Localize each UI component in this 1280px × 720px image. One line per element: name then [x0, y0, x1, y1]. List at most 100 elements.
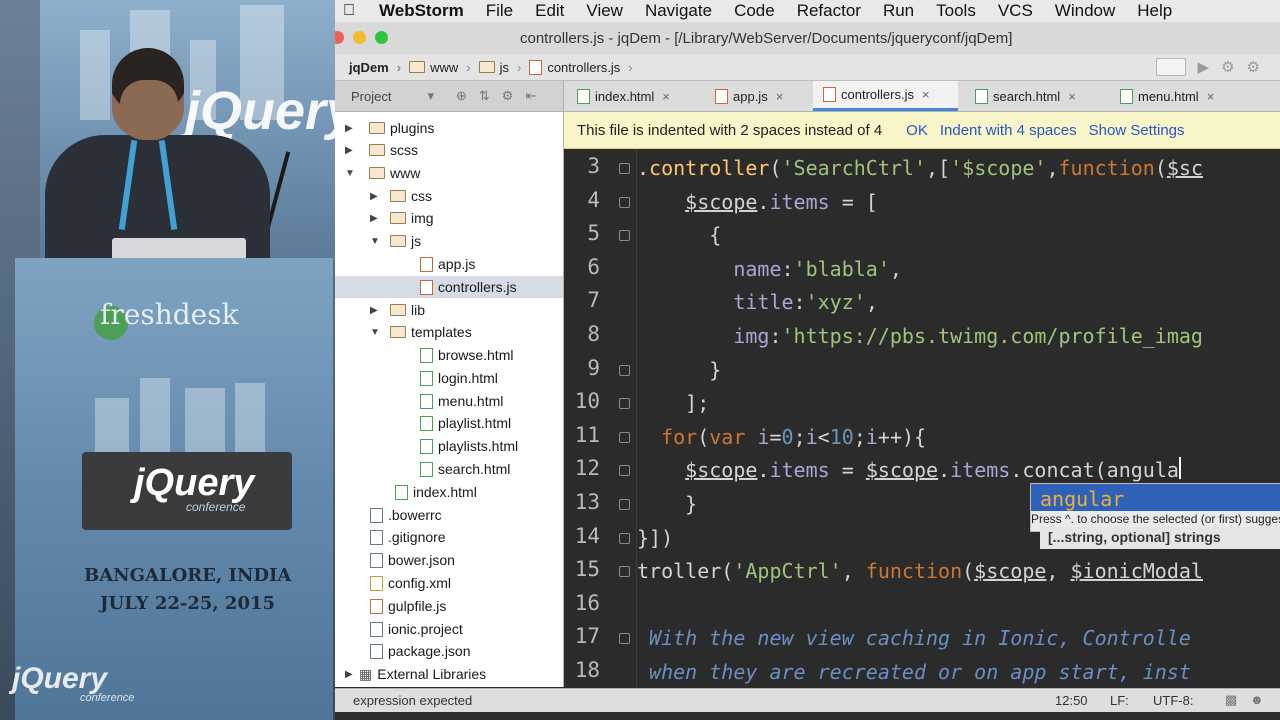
close-icon[interactable]: ×: [1207, 89, 1215, 104]
menu-view[interactable]: View: [586, 1, 623, 21]
fold-marker-icon[interactable]: [619, 532, 630, 544]
run-icon[interactable]: ▶: [1198, 58, 1210, 76]
apple-icon[interactable]: : [343, 2, 361, 20]
fold-marker-icon[interactable]: [619, 398, 630, 410]
tree-item-playlists-html[interactable]: playlists.html: [420, 435, 518, 457]
panel-tool-icons[interactable]: ⊕⇅⚙⇤: [456, 88, 548, 104]
json-file-icon: [370, 643, 383, 659]
code-line: title:'xyz',: [733, 290, 878, 315]
fold-marker-icon[interactable]: [619, 633, 630, 645]
fold-marker-icon[interactable]: [619, 196, 630, 208]
lock-icon[interactable]: ▩: [1225, 692, 1237, 708]
tree-item-plugins[interactable]: ▶ plugins: [345, 117, 434, 139]
line-number: 18: [574, 658, 600, 682]
tree-item-label: css: [411, 188, 432, 204]
expand-arrow-icon[interactable]: ▶: [370, 305, 384, 316]
project-view-selector[interactable]: Project: [351, 89, 391, 104]
breadcrumb-www[interactable]: www ›: [409, 60, 471, 75]
html-file-icon: [420, 393, 433, 409]
tree-item-login-html[interactable]: login.html: [420, 367, 498, 389]
tree-item-package-json[interactable]: package.json: [370, 640, 471, 662]
breadcrumb-file[interactable]: controllers.js ›: [529, 59, 633, 75]
menu-tools[interactable]: Tools: [936, 1, 976, 21]
menu-window[interactable]: Window: [1055, 1, 1115, 21]
tree-item-img[interactable]: ▶ img: [370, 207, 434, 229]
line-separator[interactable]: LF:: [1110, 693, 1129, 708]
expand-arrow-icon[interactable]: ▶: [345, 145, 359, 156]
menu-run[interactable]: Run: [883, 1, 914, 21]
autocomplete-item[interactable]: angular (several definition: [1031, 484, 1280, 511]
expand-arrow-icon[interactable]: ▶: [345, 123, 359, 134]
tree-item-gulpfile-js[interactable]: gulpfile.js: [370, 595, 446, 617]
tree-item-browse-html[interactable]: browse.html: [420, 344, 513, 366]
tree-item-css[interactable]: ▶ css: [370, 185, 432, 207]
close-icon[interactable]: ×: [776, 89, 784, 104]
fold-marker-icon[interactable]: [619, 465, 630, 477]
tree-item-bowerrc[interactable]: .bowerrc: [370, 504, 442, 526]
code-line: for(var i=0;i<10;i++){: [661, 424, 927, 449]
tree-item-app-js[interactable]: app.js: [420, 253, 475, 275]
inspector-icon[interactable]: ☻: [1250, 692, 1264, 707]
run-config-dropdown[interactable]: [1155, 58, 1186, 76]
coverage-icon[interactable]: ⚙: [1247, 58, 1260, 76]
expand-arrow-icon[interactable]: ▶: [345, 669, 359, 680]
caret-position[interactable]: 12:50: [1055, 693, 1088, 708]
fold-marker-icon[interactable]: [619, 499, 630, 510]
close-icon[interactable]: ×: [922, 87, 930, 102]
tab-index-html[interactable]: index.html ×: [567, 81, 695, 111]
menu-vcs[interactable]: VCS: [998, 1, 1033, 21]
collapse-arrow-icon[interactable]: ▼: [370, 327, 384, 338]
minimize-window-button[interactable]: [353, 31, 366, 44]
menu-refactor[interactable]: Refactor: [797, 1, 861, 21]
tree-item-ionic-project[interactable]: ionic.project: [370, 618, 463, 640]
tree-item-label: search.html: [438, 461, 511, 477]
menu-file[interactable]: File: [486, 1, 513, 21]
tab-menu-html[interactable]: menu.html ×: [1110, 81, 1240, 111]
tab-search-html[interactable]: search.html ×: [965, 81, 1100, 111]
tree-item-lib[interactable]: ▶ lib: [370, 299, 425, 321]
fold-marker-icon[interactable]: [619, 364, 630, 376]
show-settings-link[interactable]: Show Settings: [1089, 122, 1185, 139]
tree-item-gitignore[interactable]: .gitignore: [370, 526, 446, 548]
fold-marker-icon[interactable]: [619, 566, 630, 578]
indent-with-4-spaces-link[interactable]: Indent with 4 spaces: [940, 122, 1077, 139]
tree-item-controllers-js[interactable]: controllers.js: [335, 276, 563, 298]
tree-item-search-html[interactable]: search.html: [420, 458, 510, 480]
tree-item-config-xml[interactable]: config.xml: [370, 572, 451, 594]
menu-navigate[interactable]: Navigate: [645, 1, 712, 21]
code-editor[interactable]: .controller('SearchCtrl',['$scope',funct…: [637, 149, 1280, 688]
fold-marker-icon[interactable]: [619, 431, 630, 443]
fold-marker-icon[interactable]: [619, 163, 630, 174]
tab-controllers-js[interactable]: controllers.js ×: [813, 81, 958, 111]
chevron-down-icon[interactable]: ▾: [427, 88, 434, 104]
tree-item-scss[interactable]: ▶ scss: [345, 139, 418, 161]
tree-item-www[interactable]: ▼ www: [345, 162, 420, 184]
debug-icon[interactable]: ⚙: [1221, 58, 1234, 76]
breadcrumb-project[interactable]: jqDem ›: [349, 60, 401, 75]
tree-item-playlist-html[interactable]: playlist.html: [420, 412, 511, 434]
close-icon[interactable]: ×: [1068, 89, 1076, 104]
menu-help[interactable]: Help: [1137, 1, 1172, 21]
tree-item-js[interactable]: ▼ js: [370, 230, 421, 252]
jquery-watermark: jQuery: [12, 662, 108, 695]
collapse-arrow-icon[interactable]: ▼: [370, 236, 384, 247]
file-encoding[interactable]: UTF-8:: [1153, 693, 1193, 708]
tab-app-js[interactable]: app.js ×: [705, 81, 805, 111]
tree-item-bower-json[interactable]: bower.json: [370, 549, 455, 571]
notice-ok-link[interactable]: OK: [906, 122, 928, 139]
expand-arrow-icon[interactable]: ▶: [370, 191, 384, 202]
zoom-window-button[interactable]: [375, 31, 388, 44]
menu-edit[interactable]: Edit: [535, 1, 564, 21]
close-icon[interactable]: ×: [662, 89, 670, 104]
tree-item-menu-html[interactable]: menu.html: [420, 390, 503, 412]
breadcrumb-js[interactable]: js ›: [478, 60, 521, 75]
tree-item-index-html[interactable]: index.html: [395, 481, 477, 503]
tree-item-templates[interactable]: ▼ templates: [370, 321, 472, 343]
menu-code[interactable]: Code: [734, 1, 775, 21]
fold-marker-icon[interactable]: [619, 230, 630, 242]
expand-arrow-icon[interactable]: ▶: [370, 213, 384, 224]
tree-item-external-libraries[interactable]: ▶ ▦ External Libraries: [345, 663, 486, 685]
menu-app-name[interactable]: WebStorm: [379, 1, 464, 21]
close-window-button[interactable]: [335, 31, 344, 44]
collapse-arrow-icon[interactable]: ▼: [345, 168, 359, 179]
